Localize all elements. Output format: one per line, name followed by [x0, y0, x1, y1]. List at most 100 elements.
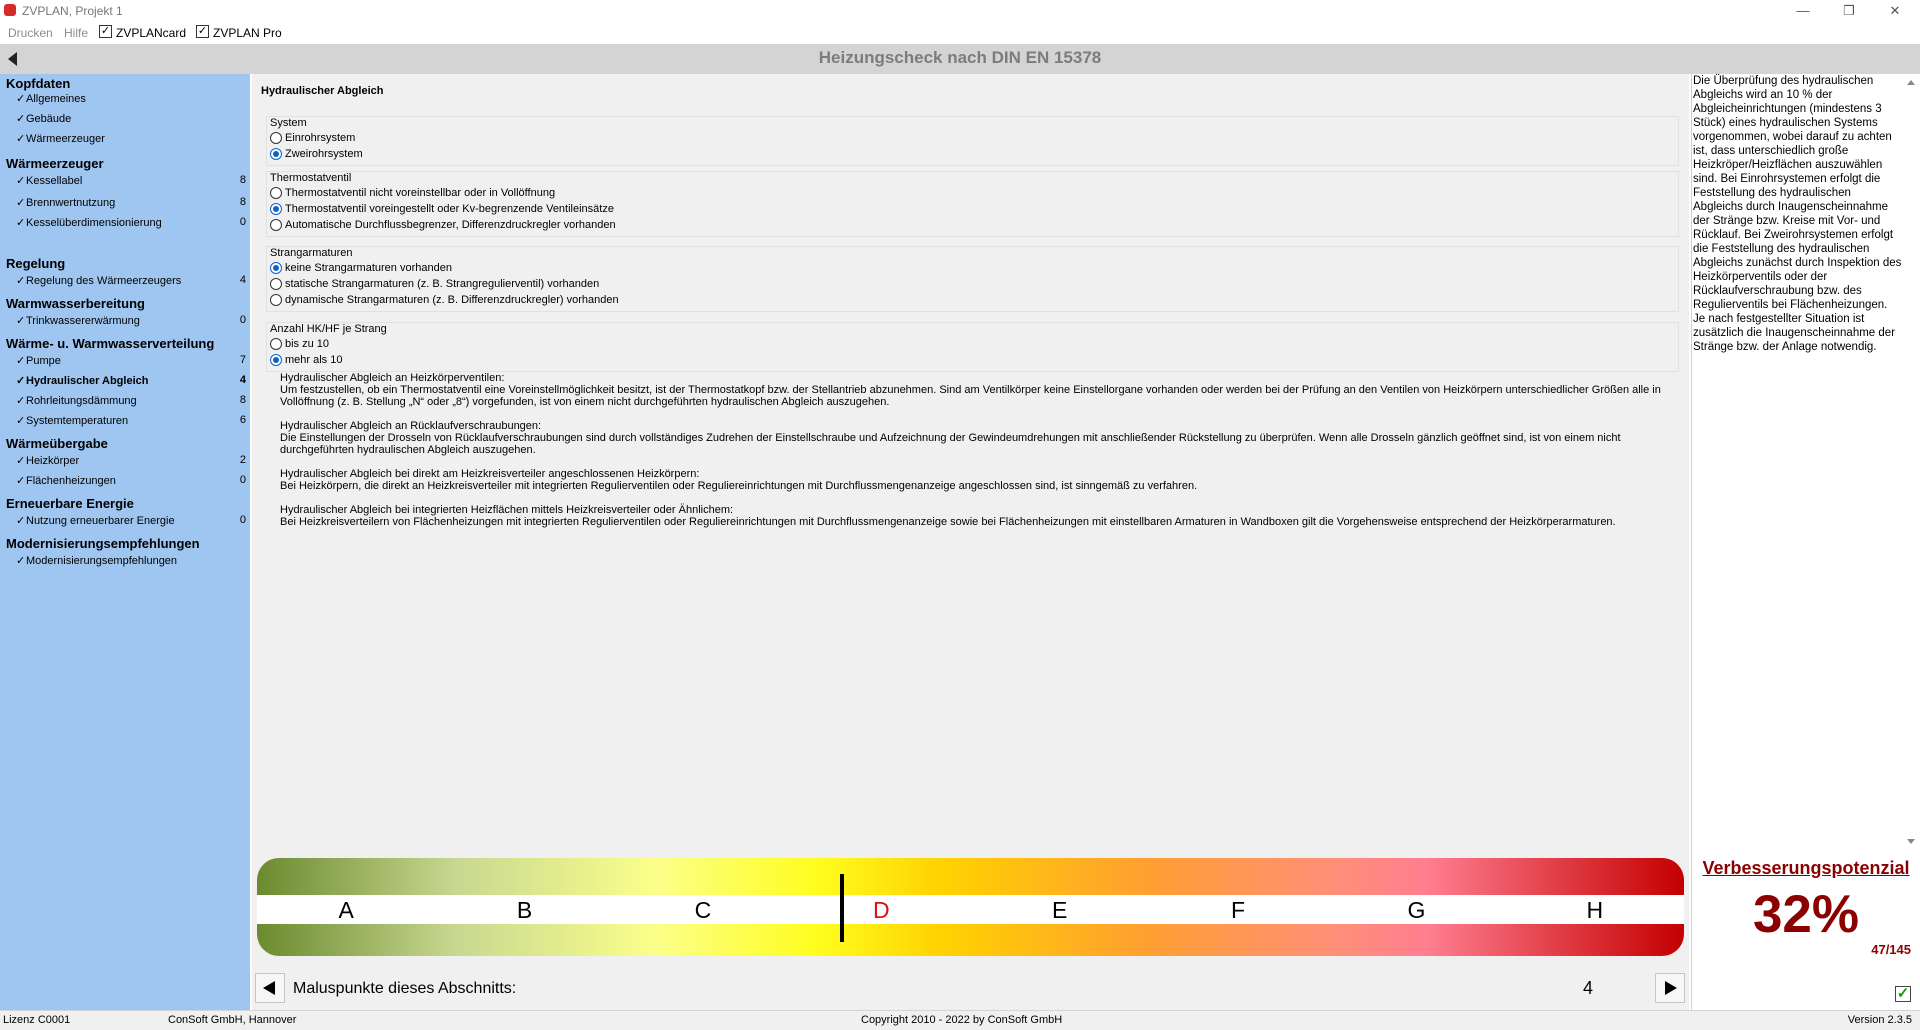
sidebar-item-label: Allgemeines	[26, 93, 86, 105]
scroll-up-icon[interactable]	[1907, 80, 1915, 85]
close-button[interactable]: ✕	[1872, 0, 1918, 22]
sidebar-item[interactable]: ✓Modernisierungsempfehlungen	[16, 554, 246, 567]
rating-scale-area: A B C D E F G H	[252, 850, 1689, 970]
radio-label[interactable]: Thermostatventil voreingestellt oder Kv-…	[285, 203, 614, 215]
sidebar-item-label: Trinkwassererwärmung	[26, 315, 140, 327]
radio-label[interactable]: Automatische Durchflussbegrenzer, Differ…	[285, 219, 616, 231]
sidebar-item-label: Systemtemperaturen	[26, 415, 129, 427]
radio-button[interactable]	[270, 338, 282, 350]
scroll-down-icon[interactable]	[1907, 839, 1915, 844]
sidebar-item-label: Nutzung erneuerbarer Energie	[26, 515, 175, 527]
help-scrollbar[interactable]	[1905, 74, 1917, 850]
radio-button[interactable]	[270, 219, 282, 231]
radio-option[interactable]: bis zu 10	[270, 338, 329, 352]
sidebar-item-count: 0	[239, 314, 246, 326]
radio-option[interactable]: Thermostatventil voreingestellt oder Kv-…	[270, 203, 614, 217]
radio-button[interactable]	[270, 354, 282, 366]
zvplanpro-label[interactable]: ZVPLAN Pro	[213, 26, 282, 40]
radio-option[interactable]: keine Strangarmaturen vorhanden	[270, 262, 452, 276]
zvplancard-checkbox[interactable]: ✓	[99, 25, 112, 38]
radio-label[interactable]: keine Strangarmaturen vorhanden	[285, 262, 452, 274]
check-icon: ✓	[16, 555, 26, 567]
app-logo-icon	[4, 4, 16, 16]
zvplancard-label[interactable]: ZVPLANcard	[116, 26, 186, 40]
bottom-right-area: ✓	[1691, 970, 1919, 1010]
radio-label[interactable]: Thermostatventil nicht voreinstellbar od…	[285, 187, 555, 199]
scale-marker	[840, 874, 845, 942]
sidebar-item[interactable]: ✓Pumpe 7	[16, 354, 246, 367]
sidebar-item-count: 0	[239, 474, 246, 486]
sidebar-section-title[interactable]: Wärmeerzeuger	[6, 156, 104, 171]
check-icon: ✓	[16, 455, 26, 467]
version-text: Version 2.3.5	[1847, 1014, 1912, 1026]
scale-letter: H	[1586, 897, 1604, 923]
sidebar-item-count: 8	[239, 196, 246, 208]
radio-button[interactable]	[270, 294, 282, 306]
maximize-button[interactable]: ❐	[1826, 0, 1872, 22]
info-body: Bei Heizkreisverteilern von Flächenheizu…	[280, 516, 1616, 528]
radio-label[interactable]: mehr als 10	[285, 354, 342, 366]
info-body: Bei Heizkörpern, die direkt an Heizkreis…	[280, 480, 1198, 492]
check-icon: ✓	[16, 275, 26, 287]
sidebar-item[interactable]: ✓Gebäude	[16, 112, 246, 125]
sidebar-item[interactable]: ✓Kessellabel 8	[16, 174, 246, 187]
sidebar-item[interactable]: ✓Wärmeerzeuger	[16, 132, 246, 145]
radio-button[interactable]	[270, 203, 282, 215]
menu-print[interactable]: Drucken	[8, 26, 53, 40]
sidebar-section-title[interactable]: Warmwasserbereitung	[6, 296, 145, 311]
sidebar-section-title[interactable]: Modernisierungsempfehlungen	[6, 536, 200, 551]
menu-help[interactable]: Hilfe	[64, 26, 88, 40]
sidebar-item-count: 0	[239, 514, 246, 526]
sidebar-section-title[interactable]: Erneuerbare Energie	[6, 496, 134, 511]
sidebar-item-label: Hydraulischer Abgleich	[26, 375, 149, 387]
sidebar-item[interactable]: ✓Kesselüberdimensionierung 0	[16, 216, 246, 229]
sidebar-item[interactable]: ✓Trinkwassererwärmung 0	[16, 314, 246, 327]
sidebar-item[interactable]: ✓Heizkörper 2	[16, 454, 246, 467]
info-body: Die Einstellungen der Drosseln von Rückl…	[280, 432, 1621, 456]
sidebar-item-count: 4	[239, 274, 246, 286]
radio-button[interactable]	[270, 132, 282, 144]
previous-button[interactable]	[255, 973, 285, 1003]
info-paragraph: Hydraulischer Abgleich an Rücklaufversch…	[280, 420, 1680, 456]
radio-option[interactable]: Automatische Durchflussbegrenzer, Differ…	[270, 219, 616, 233]
radio-button[interactable]	[270, 187, 282, 199]
improvement-percent: 32%	[1752, 885, 1860, 944]
sidebar-section-title[interactable]: Wärmeübergabe	[6, 436, 108, 451]
sidebar-section-title[interactable]: Regelung	[6, 256, 65, 271]
radio-option[interactable]: statische Strangarmaturen (z. B. Strangr…	[270, 278, 599, 292]
radio-button[interactable]	[270, 148, 282, 160]
ok-check-icon[interactable]: ✓	[1895, 986, 1911, 1002]
sidebar-item[interactable]: ✓Rohrleitungsdämmung 8	[16, 394, 246, 407]
radio-label[interactable]: dynamische Strangarmaturen (z. B. Differ…	[285, 294, 619, 306]
sidebar-section-title[interactable]: Wärme- u. Warmwasserverteilung	[6, 336, 214, 351]
sidebar-item[interactable]: ✓Regelung des Wärmeerzeugers 4	[16, 274, 246, 287]
minimize-button[interactable]: —	[1780, 0, 1826, 22]
sidebar-item[interactable]: ✓Brennwertnutzung 8	[16, 196, 246, 209]
sidebar-item[interactable]: ✓Flächenheizungen 0	[16, 474, 246, 487]
info-heading: Hydraulischer Abgleich bei integrierten …	[280, 504, 734, 516]
radio-option[interactable]: Einrohrsystem	[270, 132, 355, 146]
sidebar-item[interactable]: ✓Nutzung erneuerbarer Energie 0	[16, 514, 246, 527]
sidebar-item-label: Pumpe	[26, 355, 61, 367]
scale-label-band	[257, 895, 1684, 924]
radio-label[interactable]: statische Strangarmaturen (z. B. Strangr…	[285, 278, 599, 290]
radio-option[interactable]: dynamische Strangarmaturen (z. B. Differ…	[270, 294, 619, 308]
check-icon: ✓	[16, 113, 26, 125]
sidebar-item[interactable]: ✓Systemtemperaturen 6	[16, 414, 246, 427]
scale-letter: F	[1231, 897, 1246, 923]
radio-label[interactable]: bis zu 10	[285, 338, 329, 350]
next-button[interactable]	[1655, 973, 1685, 1003]
radio-button[interactable]	[270, 278, 282, 290]
zvplanpro-checkbox[interactable]: ✓	[196, 25, 209, 38]
sidebar-section-title[interactable]: Kopfdaten	[6, 76, 70, 91]
option-group-label: Strangarmaturen	[270, 247, 353, 259]
radio-option[interactable]: mehr als 10	[270, 354, 342, 368]
radio-label[interactable]: Zweirohrsystem	[285, 148, 363, 160]
radio-label[interactable]: Einrohrsystem	[285, 132, 355, 144]
sidebar-item[interactable]: ✓Allgemeines	[16, 92, 246, 105]
sidebar-item[interactable]: ✓Hydraulischer Abgleich 4	[16, 374, 246, 387]
radio-button[interactable]	[270, 262, 282, 274]
radio-option[interactable]: Zweirohrsystem	[270, 148, 363, 162]
scale-letter: E	[1052, 897, 1068, 923]
radio-option[interactable]: Thermostatventil nicht voreinstellbar od…	[270, 187, 555, 201]
